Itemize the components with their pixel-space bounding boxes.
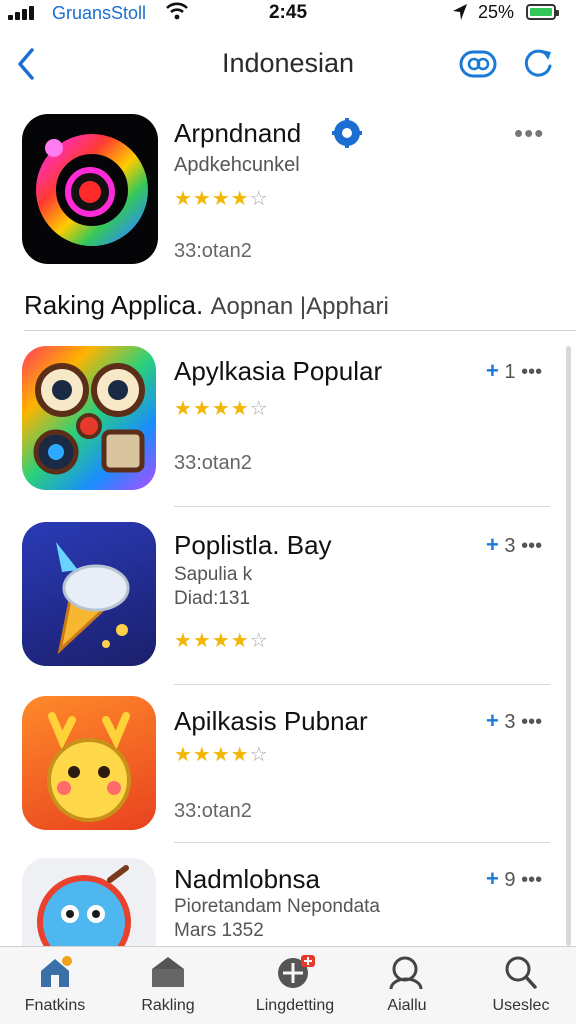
tab-ranking[interactable]: Rakling [113, 955, 223, 1021]
tab-label: Aiallu [387, 997, 427, 1014]
app-icon-bay[interactable] [22, 522, 156, 666]
search-icon [505, 956, 537, 989]
rank-indicator[interactable]: + 3 ••• [486, 532, 542, 558]
app-name[interactable]: Poplistla. Bay [174, 530, 332, 561]
featured-developer: Apdkehcunkel [174, 154, 300, 176]
rating-count: 33:otan2 [174, 452, 252, 474]
app-detail: Mars 1352 [174, 920, 264, 941]
rank-indicator[interactable]: + 3 ••• [486, 708, 542, 734]
rating-stars: ★★★★☆ [174, 744, 269, 766]
scrollbar[interactable] [566, 346, 571, 946]
blue-bird-icon [37, 865, 131, 948]
tab-search[interactable]: Useslec [466, 955, 576, 1021]
tab-home[interactable]: Fnatkins [0, 955, 110, 1021]
plus-icon: + [486, 708, 499, 733]
plus-icon: + [486, 358, 499, 383]
yellow-creature-icon [47, 712, 131, 822]
rank-number: 9 [504, 869, 516, 891]
tab-apps[interactable]: Aiallu [352, 955, 462, 1021]
rank-indicator[interactable]: + 1 ••• [486, 358, 542, 384]
tab-label: Fnatkins [24, 997, 86, 1014]
featured-rating-count: 33:otan2 [174, 240, 252, 262]
status-bar: GruansStoll 2:45 25% [0, 0, 576, 26]
tab-label: Useslec [492, 997, 550, 1014]
rank-number: 3 [504, 711, 516, 733]
owl-eyes-icon [33, 363, 145, 475]
battery-icon [526, 4, 559, 20]
row-divider [174, 842, 550, 843]
rating-stars: ★★★★☆ [174, 398, 269, 420]
row-divider [174, 684, 550, 685]
rank-number: 1 [504, 361, 516, 383]
section-title: Raking Applica. Aopnan |Apphari [24, 290, 389, 321]
app-subtitle: Pioretandam Nepondata [174, 896, 380, 917]
tab-label: Rakling [141, 997, 195, 1014]
app-icon-popular[interactable] [22, 346, 156, 490]
plus-icon: + [486, 866, 499, 891]
verified-badge-icon [332, 118, 362, 148]
plus-icon: + [486, 532, 499, 557]
app-name[interactable]: Apilkasis Pubnar [174, 706, 368, 737]
apps-search-icon [389, 956, 423, 989]
featured-rating-stars: ★★★★☆ [174, 188, 269, 210]
app-detail: Diad:131 [174, 588, 251, 609]
tab-games[interactable]: Lingdetting [240, 955, 350, 1021]
battery-percent: 25% [478, 2, 515, 22]
list-item[interactable]: Nadmlobnsa Pioretandam Nepondata Mars 13… [0, 858, 576, 948]
section-title-text: Raking Applica. [24, 290, 204, 320]
list-item[interactable]: Apilkasis Pubnar ★★★★☆ 33:otan2 + 3 ••• [0, 696, 576, 843]
ranking-icon [152, 957, 184, 987]
tab-label: Lingdetting [255, 997, 335, 1014]
featured-app-name[interactable]: Arpndnand [174, 118, 301, 149]
list-item[interactable]: Apylkasia Popular ★★★★☆ 33:otan2 + 1 ••• [0, 346, 576, 507]
rating-count: 33:otan2 [174, 800, 252, 822]
rainbow-ring-icon [36, 134, 148, 246]
ice-cream-rocket-icon [56, 542, 130, 655]
app-name[interactable]: Nadmlobnsa [174, 864, 320, 895]
app-icon-pubnar[interactable] [22, 696, 156, 830]
app-name[interactable]: Apylkasia Popular [174, 356, 382, 387]
row-divider [174, 506, 550, 507]
location-arrow-icon [453, 4, 467, 20]
tab-bar: Fnatkins Rakling Lingdetting Aiallu Uses… [0, 946, 576, 1024]
home-icon [41, 956, 72, 987]
rank-indicator[interactable]: + 9 ••• [486, 866, 542, 892]
section-subtitle: Aopnan |Apphari [210, 293, 389, 320]
search-people-icon[interactable] [458, 44, 498, 84]
list-item[interactable]: Poplistla. Bay Sapulia k Diad:131 ★★★★☆ … [0, 522, 576, 685]
section-divider [24, 330, 576, 331]
app-icon-nadmlobnsa[interactable] [22, 858, 156, 948]
rating-stars: ★★★★☆ [174, 630, 269, 652]
games-icon [278, 955, 315, 988]
more-options-icon[interactable]: ••• [514, 118, 544, 149]
refresh-icon[interactable] [518, 44, 558, 84]
rank-number: 3 [504, 535, 516, 557]
app-subtitle: Sapulia k [174, 564, 253, 585]
featured-app-icon[interactable] [22, 114, 158, 264]
